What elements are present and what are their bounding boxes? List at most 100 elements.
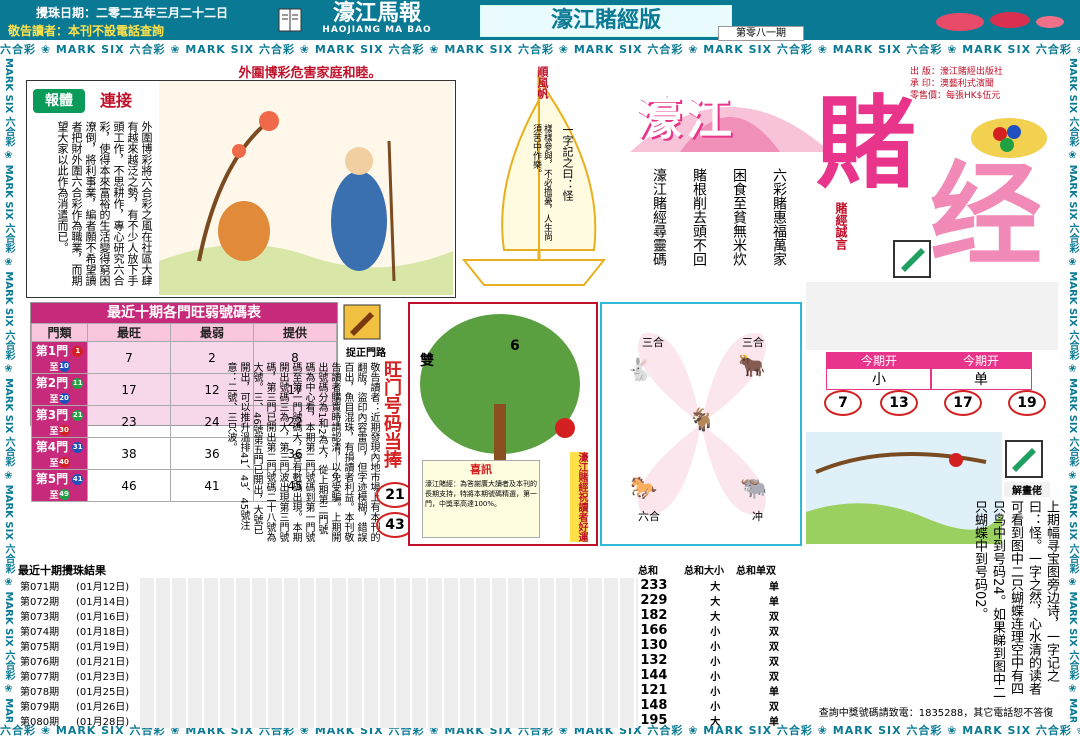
balls-cell	[139, 713, 639, 728]
col-header-pick: 提供	[253, 323, 337, 342]
date-cell: (01月18日)	[75, 627, 130, 638]
header-odd: 总和单双	[736, 566, 776, 577]
side-label: 捉正門路	[346, 348, 386, 359]
pencil-hand-icon	[1004, 440, 1044, 478]
table-row: 第080期 (01月28日) 195 大 单	[18, 713, 804, 728]
title-motto: 賭經誠言	[834, 202, 848, 250]
sum-cell: 182	[640, 608, 668, 623]
balls-cell	[139, 578, 639, 593]
sum-cell: 195	[640, 713, 668, 728]
ox-icon: 🐂	[738, 354, 766, 379]
date-cell: (01月12日)	[75, 582, 130, 593]
news-body: 濠江賭經：為答謝廣大讀者及本刊的長期支持，特將本期號碼精選，第一門，中獎率高達1…	[425, 480, 537, 508]
notice-text: 敬告讀者：近期發現內地市場上有本刊的翻版，盜印內容雷同，但字迹模糊，錯誤百出，魚…	[225, 362, 379, 542]
news-box: 喜訊 濠江賭經：為答謝廣大讀者及本刊的長期支持，特將本期號碼精選，第一門，中獎率…	[422, 460, 540, 538]
puzzle-label: 解畫佬	[1004, 482, 1050, 497]
sail-body: 一字記之曰：怪	[561, 124, 574, 201]
odd-cell: 单	[769, 687, 780, 698]
date-cell: (01月25日)	[75, 687, 130, 698]
poem-line-2: 困食至貧無米炊	[731, 168, 747, 266]
balls-cell	[139, 668, 639, 683]
period-cell: 第074期	[20, 627, 60, 638]
balls-cell	[139, 608, 639, 623]
odd-value: 单	[974, 372, 988, 388]
title-haojiang: 濠江	[636, 91, 736, 145]
rabbit-icon: 🐇	[626, 358, 654, 383]
newspaper-name: 濠江馬報	[332, 1, 421, 26]
date-cell: (01月28日)	[75, 717, 130, 728]
tree-vertical-banner: 濠江賭經祝讀者好運	[570, 452, 588, 542]
poem-line-4: 濠江賭經尋靈碼	[651, 168, 667, 266]
date-cell: (01月21日)	[75, 657, 130, 668]
goat-icon: 🐐	[688, 408, 716, 433]
poem-line-1: 六彩賭惠福萬家	[771, 168, 787, 266]
newspaper-pinyin: HAOJIANG MA BAO	[322, 25, 432, 35]
date-cell: (01月26日)	[75, 702, 130, 713]
animal-label-4: 冲	[752, 510, 763, 523]
animal-label-3: 六合	[638, 510, 660, 523]
size-box: 今期开 小	[826, 352, 932, 390]
odd-cell: 双	[769, 657, 780, 668]
table-row: 第073期 (01月16日) 182 大 双	[18, 608, 804, 623]
size-cell: 小	[710, 702, 721, 713]
date-cell: (01月16日)	[75, 612, 130, 623]
sail-label: 順風帆	[536, 66, 549, 99]
hot-gate-title: 旺门号码当捧	[381, 360, 402, 468]
col-header-gate: 門類	[31, 323, 88, 342]
title-gamble: 賭	[816, 85, 916, 202]
sum-cell: 233	[640, 578, 668, 593]
tree-label-top: 雙	[420, 353, 434, 369]
buffalo-icon: 🐃	[740, 476, 768, 501]
lottery-balls-icon	[970, 112, 1048, 160]
table-row: 第079期 (01月26日) 148 小 双	[18, 698, 804, 713]
size-cell: 小	[710, 627, 721, 638]
period-cell: 第077期	[20, 672, 60, 683]
table-row: 第072期 (01月14日) 229 大 单	[18, 593, 804, 608]
period-cell: 第075期	[20, 642, 60, 653]
puzzle-text: 上期幅寻宝图旁边诗，一字记之曰：怪。一字之然，心水清的读者可看到图中二只蝴蝶连理…	[972, 500, 1059, 699]
monkey-illustration	[159, 81, 453, 295]
publisher-line-3: 零售價：每張HK$伍元	[910, 91, 1001, 101]
odd-cell: 双	[769, 702, 780, 713]
sum-cell: 144	[640, 668, 668, 683]
table-row: 第078期 (01月25日) 121 小 单	[18, 683, 804, 698]
table-row: 第076期 (01月21日) 132 小 双	[18, 653, 804, 668]
table-row: 第074期 (01月18日) 166 小 双	[18, 623, 804, 638]
balls-cell	[139, 653, 639, 668]
article-headline: 外圍博彩危害家庭和睦。	[238, 66, 382, 81]
size-cell: 小	[710, 687, 721, 698]
period-cell: 第071期	[20, 582, 60, 593]
publisher-line-1: 出 版：濠江賭經出版社	[910, 67, 1003, 77]
size-box-label: 今期开	[827, 353, 931, 369]
balls-cell	[139, 623, 639, 638]
period-cell: 第080期	[20, 717, 60, 728]
results-table: 第071期 (01月12日) 233 大单 第072期 (01月14日) 229 大单第073…	[18, 578, 804, 728]
news-title: 喜訊	[470, 463, 492, 476]
sum-cell: 121	[640, 683, 668, 698]
size-cell: 小	[710, 657, 721, 668]
edition-title: 濠江賭經版	[480, 5, 732, 37]
size-cell: 大	[710, 612, 721, 623]
odd-cell: 单	[769, 717, 780, 728]
period-cell: 第073期	[20, 612, 60, 623]
balls-cell	[139, 698, 639, 713]
balls-cell	[139, 593, 639, 608]
horse-icon: 🐎	[630, 476, 658, 501]
right-mark-six-strip: MARK SIX 六合彩 ❀ MARK SIX 六合彩 ❀ MARK SIX 六…	[1067, 58, 1078, 722]
period-cell: 第072期	[20, 597, 60, 608]
tree-panel: 雙 6 喜訊 濠江賭經：為答謝廣大讀者及本刊的長期支持，特將本期號碼精選，第一門…	[408, 302, 598, 546]
sum-cell: 148	[640, 698, 668, 713]
period-number-3: 17	[944, 390, 982, 416]
table-row: 第075期 (01月19日) 130 小 双	[18, 638, 804, 653]
results-panel: 最近十期攪珠結果 总和 总和大小 总和单双 第071期 (01月12日) 233 大单…	[18, 562, 804, 728]
period-number-4: 19	[1008, 390, 1046, 416]
odd-cell: 双	[769, 672, 780, 683]
balls-cell	[139, 638, 639, 653]
header-size: 总和大小	[684, 566, 724, 577]
size-cell: 大	[710, 597, 721, 608]
pencil-hand-icon	[893, 240, 931, 278]
odd-cell: 双	[769, 642, 780, 653]
col-header-hot: 最旺	[87, 323, 171, 342]
period-number-2: 13	[880, 390, 918, 416]
article-panel: 報體 連接 外圍博彩將六合彩之風在社區大肆有越來越泛之勢，有不少人放下手頭工作，…	[26, 80, 456, 298]
